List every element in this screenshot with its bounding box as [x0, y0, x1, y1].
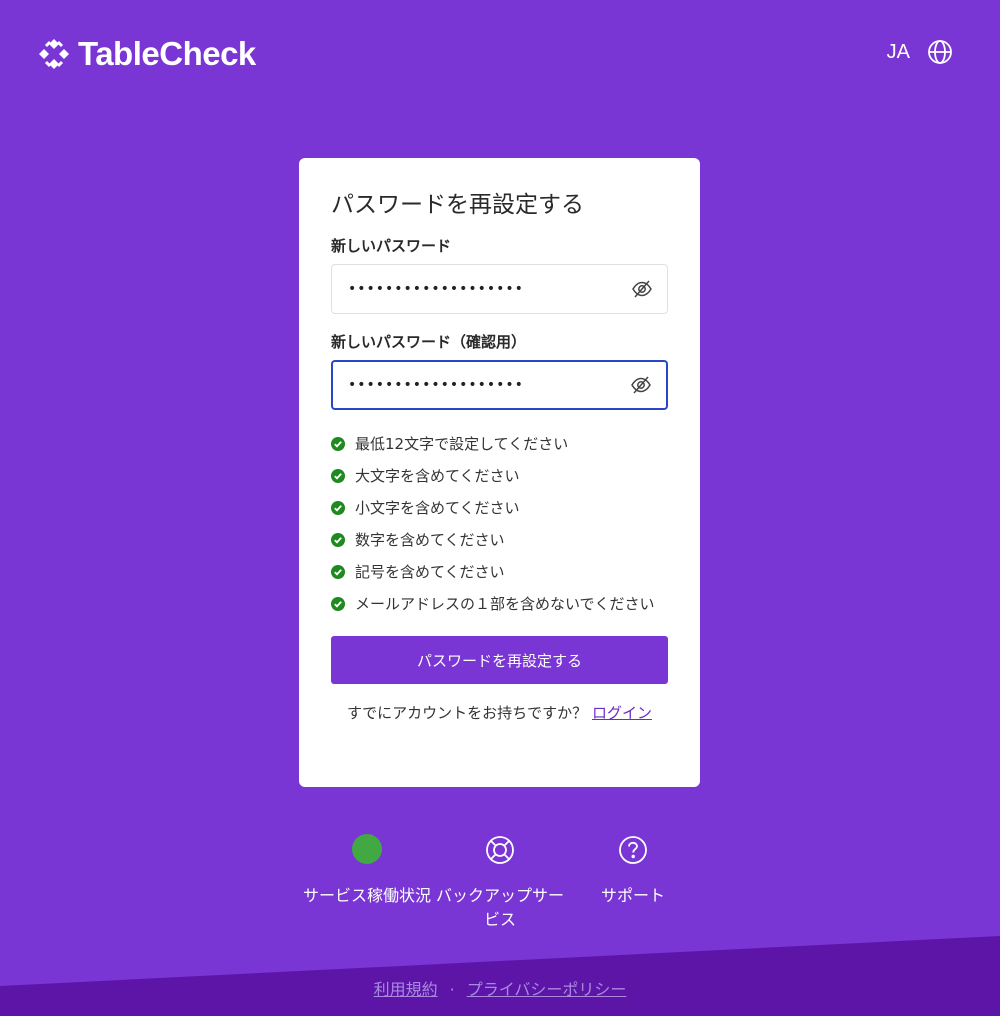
requirement-item: 小文字を含めてください: [331, 496, 668, 520]
login-prompt: すでにアカウントをお持ちですか？ ログイン: [331, 702, 668, 724]
check-circle-icon: [331, 437, 345, 451]
new-password-label: 新しいパスワード: [331, 237, 452, 255]
terms-link[interactable]: 利用規約: [374, 980, 438, 999]
new-password-field-wrapper: [331, 264, 668, 314]
tablecheck-logo-icon: [39, 39, 69, 69]
requirement-item: 大文字を含めてください: [331, 464, 668, 488]
eye-off-icon[interactable]: [630, 374, 652, 396]
check-circle-icon: [331, 597, 345, 611]
service-status-label: サービス稼働状況: [302, 886, 431, 905]
lifebuoy-icon: [486, 836, 514, 864]
requirement-text: 記号を含めてください: [355, 563, 505, 581]
page-title: パスワードを再設定する: [331, 192, 584, 218]
service-status-link[interactable]: サービス稼働状況: [302, 834, 432, 932]
privacy-policy-link[interactable]: プライバシーポリシー: [467, 980, 627, 999]
backup-service-link[interactable]: バックアップサービス: [435, 834, 565, 932]
globe-icon[interactable]: [926, 38, 954, 66]
support-label: サポート: [600, 886, 665, 905]
tablecheck-logo[interactable]: TableCheck: [38, 35, 256, 72]
requirement-item: 記号を含めてください: [331, 560, 668, 584]
reset-password-button[interactable]: パスワードを再設定する: [331, 636, 668, 684]
eye-off-icon[interactable]: [631, 278, 653, 300]
help-circle-icon: [619, 836, 647, 864]
footer-links: サービス稼働状況 バックアップサービス サポート: [302, 834, 698, 932]
requirement-item: メールアドレスの１部を含めないでください: [331, 592, 668, 616]
login-link[interactable]: ログイン: [592, 704, 652, 722]
requirement-item: 数字を含めてください: [331, 528, 668, 552]
legal-separator: ·: [449, 980, 455, 999]
requirement-text: 大文字を含めてください: [355, 467, 520, 485]
confirm-password-label: 新しいパスワード（確認用）: [331, 333, 527, 351]
backup-service-label: バックアップサービス: [435, 886, 564, 929]
requirement-item: 最低12文字で設定してください: [331, 432, 668, 456]
status-dot: [352, 834, 382, 864]
check-circle-icon: [331, 565, 345, 579]
language-code[interactable]: JA: [887, 41, 910, 64]
check-circle-icon: [331, 469, 345, 483]
requirement-text: 最低12文字で設定してください: [355, 435, 569, 453]
brand-name: TableCheck: [78, 35, 256, 72]
new-password-input[interactable]: [348, 281, 651, 297]
support-link[interactable]: サポート: [568, 834, 698, 932]
confirm-password-field-wrapper: [331, 360, 668, 410]
reset-password-card: パスワードを再設定する 新しいパスワード 新しいパスワード（確認用） 最低12文…: [299, 158, 700, 787]
check-circle-icon: [331, 533, 345, 547]
legal-links: 利用規約 · プライバシーポリシー: [0, 976, 1000, 1000]
have-account-text: すでにアカウントをお持ちですか？: [347, 704, 588, 722]
requirement-text: 数字を含めてください: [355, 531, 505, 549]
requirement-text: メールアドレスの１部を含めないでください: [355, 595, 655, 613]
language-switcher[interactable]: JA: [887, 38, 954, 66]
password-requirements-list: 最低12文字で設定してください 大文字を含めてください 小文字を含めてください …: [331, 432, 668, 616]
check-circle-icon: [331, 501, 345, 515]
requirement-text: 小文字を含めてください: [355, 499, 520, 517]
confirm-password-input[interactable]: [348, 377, 651, 393]
